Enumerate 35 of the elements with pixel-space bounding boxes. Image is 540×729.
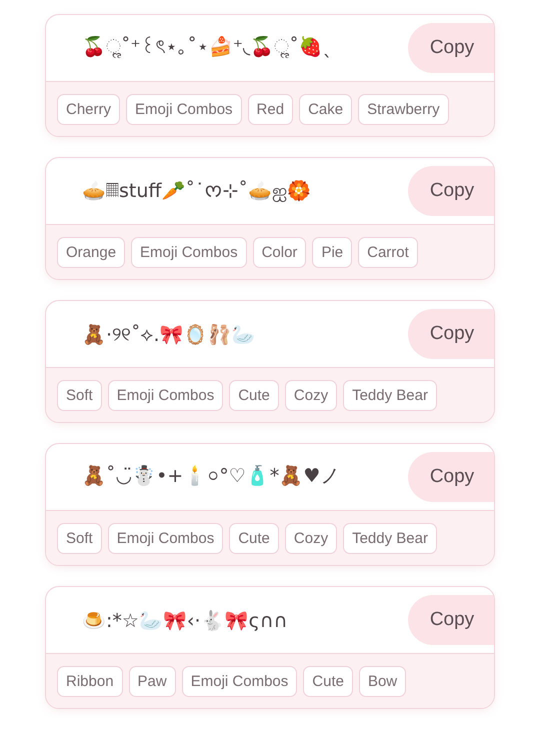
tag-chip[interactable]: Cozy xyxy=(284,522,338,554)
tag-chip[interactable]: Cute xyxy=(303,666,353,696)
tag-chip[interactable]: Teddy Bear xyxy=(343,380,437,410)
tag-chip[interactable]: Cherry xyxy=(57,94,120,124)
tag-chip[interactable]: Orange xyxy=(57,236,126,268)
copy-button[interactable]: Copy xyxy=(408,309,494,359)
copy-button[interactable]: Copy xyxy=(408,166,494,216)
tag-chip[interactable]: Emoji Combos xyxy=(126,94,242,124)
emoji-combo: 🧸˚◡̈☃•+🕯০°♡🧴*🧸♥ノ xyxy=(81,464,340,489)
tag-chip[interactable]: Red xyxy=(248,94,294,124)
emoji-combo: 🍮:*☆🦢🎀‹·🐇🎀ς∩∩ xyxy=(81,608,288,632)
tag-chip[interactable]: Cozy xyxy=(284,380,338,410)
tag-chip[interactable]: Color xyxy=(252,236,306,268)
tag-chip[interactable]: Emoji Combos xyxy=(131,236,247,268)
tag-chip[interactable]: Strawberry xyxy=(358,94,449,124)
tag-chip[interactable]: Emoji Combos xyxy=(108,380,224,410)
tag-chip[interactable]: Carrot xyxy=(358,236,418,268)
tag-chip[interactable]: Cake xyxy=(299,94,352,124)
tag-chip[interactable]: Emoji Combos xyxy=(182,666,298,696)
copy-button[interactable]: Copy xyxy=(408,595,494,645)
copy-button[interactable]: Copy xyxy=(408,452,494,502)
tag-chip[interactable]: Pie xyxy=(312,236,352,268)
emoji-combo: 🥧𝄜stuff🥕˚˙ᰔ⊹˚🥧ஐ🏵 xyxy=(81,178,311,204)
tag-chip[interactable]: Paw xyxy=(128,666,176,696)
tag-chip[interactable]: Ribbon xyxy=(57,666,123,696)
tag-chip[interactable]: Cute xyxy=(229,522,279,554)
emoji-combo: 🍒ૢ˚⁺꒰ৎ⋆｡˚⋆🍰⁺◟🍒ૢ˚🍓ˎ xyxy=(81,35,332,60)
tag-chip[interactable]: Bow xyxy=(358,666,406,696)
copy-button[interactable]: Copy xyxy=(408,23,494,73)
tag-chip[interactable]: Soft xyxy=(57,380,102,410)
tag-chip[interactable]: Cute xyxy=(229,380,279,410)
tag-chip[interactable]: Soft xyxy=(57,522,102,554)
tag-chip[interactable]: Emoji Combos xyxy=(108,522,224,554)
emoji-combo: 🧸·୨୧˚⟡.🎀🪞🩰🦢 xyxy=(81,322,256,346)
tag-chip[interactable]: Teddy Bear xyxy=(343,522,437,554)
